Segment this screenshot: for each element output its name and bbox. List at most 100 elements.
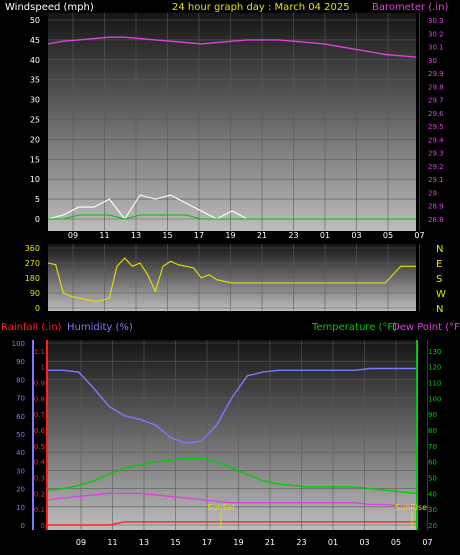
direction-tick-label: 0 <box>35 304 40 313</box>
rain-humidity-temp-panel <box>48 340 416 530</box>
barometer-tick-label: 28.8 <box>428 216 444 224</box>
temperature-tick-label: 20 <box>428 522 437 530</box>
temperature-tick-label: 130 <box>428 348 441 356</box>
windspeed-axis-label: Windspeed (mph) <box>5 2 94 13</box>
windspeed-tick-label: 20 <box>30 135 40 144</box>
temperature-tick-label: 100 <box>428 395 441 403</box>
windspeed-tick-label: 35 <box>30 76 40 85</box>
time-tick-label: 19 <box>233 538 243 547</box>
humidity-axis-label: Humidity (%) <box>67 322 133 333</box>
compass-label: N <box>436 244 443 255</box>
rainfall-tick-label: 0.8 <box>34 395 45 403</box>
time-tick-label: 09 <box>68 231 78 240</box>
temperature-tick-label: 120 <box>428 364 441 372</box>
humidity-tick-label: 70 <box>16 395 25 403</box>
weather-graph: Windspeed (mph) 24 hour graph day : Marc… <box>1 2 460 547</box>
chart-title: 24 hour graph day : March 04 2025 <box>172 2 350 13</box>
temperature-axis-bar <box>416 340 418 530</box>
time-tick-label: 21 <box>257 231 267 240</box>
humidity-tick-label: 20 <box>16 486 25 494</box>
time-tick-label: 11 <box>107 538 117 547</box>
time-tick-label: 11 <box>99 231 109 240</box>
rainfall-tick-label: 0.1 <box>34 506 45 514</box>
humidity-tick-label: 60 <box>16 413 25 421</box>
time-tick-label: 03 <box>359 538 369 547</box>
time-tick-label: 03 <box>351 231 361 240</box>
humidity-tick-label: 30 <box>16 467 25 475</box>
dewpoint-axis-label: Dew Point (°F) <box>392 322 460 333</box>
time-tick-label: 19 <box>225 231 235 240</box>
rainfall-tick-label: 1.1 <box>34 348 45 356</box>
time-tick-label: 15 <box>170 538 180 547</box>
temperature-tick-label: 110 <box>428 380 441 388</box>
time-tick-label: 07 <box>422 538 432 547</box>
barometer-tick-label: 29.9 <box>428 70 444 78</box>
barometer-tick-label: 28.9 <box>428 203 444 211</box>
time-tick-label: 23 <box>288 231 298 240</box>
windspeed-tick-label: 30 <box>30 96 40 105</box>
humidity-tick-label: 0 <box>21 522 25 530</box>
barometer-tick-label: 30.3 <box>428 17 444 25</box>
windspeed-tick-label: 5 <box>35 195 40 204</box>
windspeed-tick-label: 15 <box>30 155 40 164</box>
wind-barometer-panel <box>48 13 416 231</box>
time-tick-label: 13 <box>131 231 141 240</box>
direction-tick-label: 180 <box>25 274 40 283</box>
temperature-tick-label: 90 <box>428 411 437 419</box>
barometer-tick-label: 29.3 <box>428 150 444 158</box>
windspeed-tick-label: 25 <box>30 116 40 125</box>
temperature-tick-label: 60 <box>428 459 437 467</box>
time-tick-label: 09 <box>76 538 86 547</box>
rainfall-tick-label: 0.4 <box>34 459 46 467</box>
barometer-tick-label: 30 <box>428 57 437 65</box>
rainfall-axis-label: Rainfall (.in) <box>1 322 62 333</box>
barometer-tick-label: 29.7 <box>428 97 444 105</box>
time-tick-label: 07 <box>414 231 424 240</box>
humidity-tick-label: 90 <box>16 358 25 366</box>
time-tick-label: 17 <box>202 538 212 547</box>
sunset-label: SunSet <box>207 503 235 512</box>
sunrise-label: SunRise <box>395 503 427 512</box>
wind-direction-panel <box>48 244 416 311</box>
windspeed-tick-label: 50 <box>30 16 40 25</box>
windspeed-tick-label: 0 <box>35 215 40 224</box>
barometer-tick-label: 29.1 <box>428 176 444 184</box>
time-tick-label: 05 <box>391 538 401 547</box>
time-tick-label: 15 <box>162 231 172 240</box>
barometer-tick-label: 29.4 <box>428 136 444 144</box>
rainfall-tick-label: 0.3 <box>34 475 45 483</box>
temperature-tick-label: 30 <box>428 506 437 514</box>
rainfall-axis-bar <box>46 340 48 530</box>
time-tick-label: 21 <box>265 538 275 547</box>
rainfall-tick-label: 0.2 <box>34 490 45 498</box>
temperature-axis-label: Temperature (°F) <box>311 322 397 333</box>
barometer-axis-label: Barometer (.in) <box>372 2 448 13</box>
time-tick-label: 01 <box>328 538 338 547</box>
temperature-tick-label: 50 <box>428 475 437 483</box>
humidity-tick-label: 80 <box>16 376 25 384</box>
time-tick-label: 13 <box>139 538 149 547</box>
rainfall-tick-label: 0.5 <box>34 443 45 451</box>
barometer-tick-label: 29.5 <box>428 123 444 131</box>
direction-tick-label: 360 <box>25 244 40 253</box>
windspeed-tick-label: 45 <box>30 36 40 45</box>
compass-label: S <box>436 274 442 285</box>
compass-label: W <box>436 289 446 300</box>
time-tick-label: 05 <box>383 231 393 240</box>
humidity-tick-label: 10 <box>16 504 25 512</box>
compass-label: N <box>436 304 443 315</box>
time-tick-label: 17 <box>194 231 204 240</box>
rainfall-tick-label: 0 <box>41 522 45 530</box>
barometer-tick-label: 29.6 <box>428 110 444 118</box>
barometer-tick-label: 29 <box>428 189 437 197</box>
time-tick-label: 01 <box>320 231 330 240</box>
rainfall-tick-label: 0.6 <box>34 427 46 435</box>
barometer-tick-label: 29.8 <box>428 83 444 91</box>
windspeed-tick-label: 40 <box>30 56 40 65</box>
rainfall-tick-label: 0.9 <box>34 380 45 388</box>
rainfall-tick-label: 0.7 <box>34 411 45 419</box>
barometer-tick-label: 30.2 <box>428 30 444 38</box>
temperature-tick-label: 70 <box>428 443 437 451</box>
direction-tick-label: 270 <box>25 259 40 268</box>
direction-tick-label: 90 <box>30 289 40 298</box>
